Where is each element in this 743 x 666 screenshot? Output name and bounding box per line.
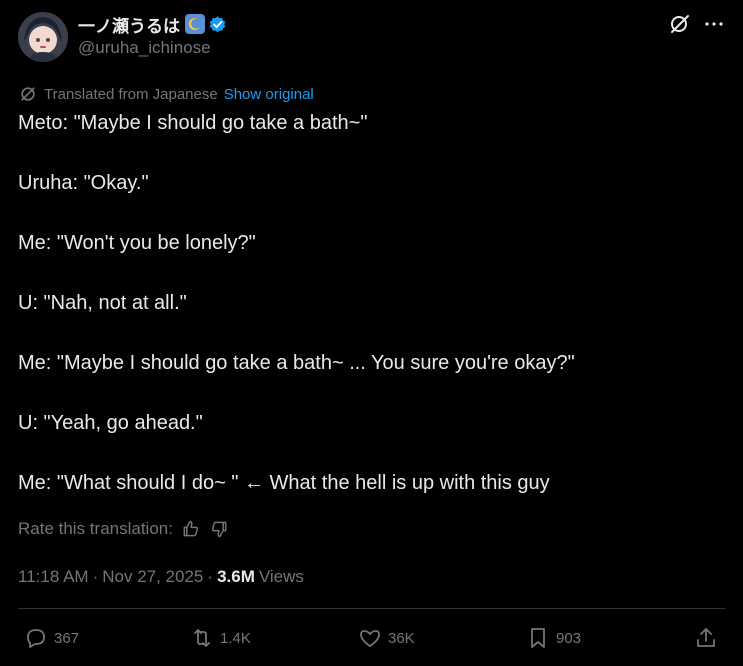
author-handle[interactable]: @uruha_ichinose: [78, 38, 211, 58]
rate-translation-row: Rate this translation:: [18, 517, 229, 541]
reply-count: 367: [54, 629, 80, 647]
thumbs-down-icon[interactable]: [209, 519, 229, 539]
tweet-line: Me: "Won't you be lonely?": [18, 232, 256, 254]
translation-notice: Translated from Japanese Show original: [18, 83, 314, 105]
tweet-line: Meto: "Maybe I should go take a bath~": [18, 112, 368, 134]
tweet-time[interactable]: 11:18 AM: [18, 567, 89, 587]
tweet-line: Uruha: "Okay.": [18, 172, 149, 194]
like-button[interactable]: 36K: [358, 626, 415, 650]
show-original-link[interactable]: Show original: [224, 86, 314, 103]
bookmark-count: 903: [556, 629, 582, 647]
views-label: Views: [258, 567, 304, 586]
bookmark-button[interactable]: 903: [526, 626, 581, 650]
views-count: 3.6M: [217, 567, 255, 586]
tweet-line: Me: "Maybe I should go take a bath~ ... …: [18, 352, 575, 374]
more-options-icon[interactable]: [702, 12, 726, 36]
grok-icon[interactable]: [668, 12, 692, 36]
author-name-row: 一ノ瀬うるは: [78, 12, 227, 36]
like-count: 36K: [388, 629, 415, 647]
meta-separator: ·: [92, 567, 99, 586]
tweet-line: U: "Nah, not at all.": [18, 292, 187, 314]
heart-icon: [360, 630, 380, 647]
share-icon: [697, 628, 715, 647]
rate-translation-label: Rate this translation:: [18, 519, 173, 538]
share-button[interactable]: [694, 626, 718, 650]
reply-icon: [27, 629, 45, 648]
meta-separator: ·: [207, 567, 214, 586]
divider: [18, 608, 725, 609]
reply-button[interactable]: 367: [24, 626, 79, 650]
tweet-line: U: "Yeah, go ahead.": [18, 412, 203, 434]
avatar[interactable]: [18, 12, 68, 62]
bookmark-icon: [531, 628, 545, 648]
repost-button[interactable]: 1.4K: [190, 626, 251, 650]
tweet-date[interactable]: Nov 27, 2025: [102, 567, 203, 587]
tweet-text: Meto: "Maybe I should go take a bath~" U…: [18, 110, 718, 530]
repost-icon: [194, 629, 210, 647]
translated-from-label: Translated from Japanese: [44, 85, 218, 103]
verified-badge-icon: [209, 15, 226, 32]
translate-icon: [21, 87, 35, 101]
tweet-meta: 11:18 AM · Nov 27, 2025 · 3.6M Views: [18, 565, 304, 589]
thumbs-up-icon[interactable]: [181, 519, 201, 539]
author-display-name[interactable]: 一ノ瀬うるは: [78, 12, 180, 37]
repost-count: 1.4K: [220, 629, 251, 647]
moon-emoji-icon: [185, 14, 205, 34]
avatar-image: [18, 12, 68, 62]
